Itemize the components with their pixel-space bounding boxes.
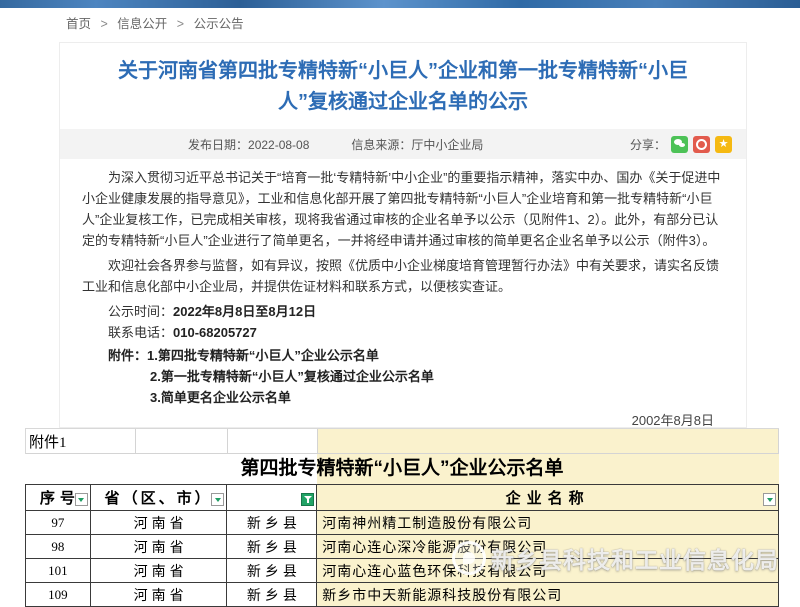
attachment1-cell: 附件1: [26, 429, 136, 454]
share-label: 分享：: [630, 136, 666, 153]
table-row: 101 河南省 新乡县 河南心连心蓝色环保科技有限公司: [26, 559, 778, 583]
attachment-item-1: 1.第四批专精特新“小巨人”企业公示名单: [147, 348, 379, 363]
sheet-attachment-row: 附件1: [25, 428, 779, 454]
top-nav-bar: [0, 0, 800, 8]
paragraph: 欢迎社会各界参与监督，如有异议，按照《优质中小企业梯度培育管理暂行办法》中有关要…: [82, 255, 724, 297]
province-cell: 河南省: [91, 511, 228, 534]
article-body: 为深入贯彻习近平总书记关于“培育一批‘专精特新’中小企业”的重要指示精神，落实中…: [60, 159, 746, 428]
notice-time-line: 公示时间：2022年8月8日至8月12日: [82, 301, 724, 322]
publish-date: 发布日期：2022-08-08: [188, 136, 309, 153]
breadcrumb-info-disclosure[interactable]: 信息公开: [117, 17, 167, 31]
breadcrumb-separator: >: [177, 17, 184, 31]
article-card: 关于河南省第四批专精特新“小巨人”企业和第一批专精特新“小巨人”复核通过企业名单…: [59, 42, 747, 428]
page-title: 关于河南省第四批专精特新“小巨人”企业和第一批专精特新“小巨人”复核通过企业名单…: [94, 56, 712, 118]
excel-sheet: 附件1 第四批专精特新“小巨人”企业公示名单 序号 省（区、市） 企业名称: [25, 428, 779, 607]
contact-phone-label: 联系电话：: [108, 325, 173, 340]
paragraph: 为深入贯彻习近平总书记关于“培育一批‘专精特新’中小企业”的重要指示精神，落实中…: [82, 167, 724, 251]
info-source-value: 厅中小企业局: [411, 138, 483, 152]
province-cell: 河南省: [91, 583, 228, 606]
filter-applied-icon[interactable]: [301, 493, 314, 506]
company-cell: 河南心连心深冷能源股份有限公司: [317, 535, 778, 558]
breadcrumb-separator: >: [101, 17, 108, 31]
chevron-down-icon: [215, 498, 221, 502]
wechat-share-icon[interactable]: [671, 136, 688, 153]
seq-cell: 101: [26, 559, 91, 582]
attachment-item-3: 3.简单更名企业公示名单: [82, 387, 724, 408]
data-table: 序号 省（区、市） 企业名称 97 河南省 新乡县 河南神州精工制造股份有限公司: [25, 484, 779, 607]
column-header-company-label: 企业名称: [506, 487, 590, 508]
company-cell: 新乡市中天新能源科技股份有限公司: [317, 583, 778, 606]
breadcrumb-announcements[interactable]: 公示公告: [194, 17, 244, 31]
attachments-label: 附件：: [108, 348, 147, 363]
column-header-county: [227, 485, 317, 510]
county-cell: 新乡县: [227, 583, 317, 606]
contact-phone-value: 010-68205727: [173, 325, 257, 340]
filter-dropdown-button[interactable]: [211, 493, 224, 506]
share-toolbar: 分享：: [630, 136, 732, 153]
seq-cell: 98: [26, 535, 91, 558]
filter-dropdown-button[interactable]: [763, 493, 776, 506]
company-cell: 河南心连心蓝色环保科技有限公司: [317, 559, 778, 582]
county-cell: 新乡县: [227, 511, 317, 534]
empty-cell: [136, 429, 228, 454]
attachment-line-1: 附件：1.第四批专精特新“小巨人”企业公示名单: [82, 345, 724, 366]
county-cell: 新乡县: [227, 535, 317, 558]
table-header-row: 序号 省（区、市） 企业名称: [26, 485, 778, 511]
table-title: 第四批专精特新“小巨人”企业公示名单: [25, 454, 779, 484]
province-cell: 河南省: [91, 559, 228, 582]
table-row: 98 河南省 新乡县 河南心连心深冷能源股份有限公司: [26, 535, 778, 559]
contact-phone-line: 联系电话：010-68205727: [82, 322, 724, 343]
province-cell: 河南省: [91, 535, 228, 558]
company-cell: 河南神州精工制造股份有限公司: [317, 511, 778, 534]
column-header-company: 企业名称: [317, 485, 778, 510]
attachment-item-2: 2.第一批专精特新“小巨人”复核通过企业公示名单: [82, 366, 724, 387]
qzone-share-icon[interactable]: [715, 136, 732, 153]
seq-cell: 109: [26, 583, 91, 606]
filter-dropdown-button[interactable]: [75, 493, 88, 506]
notice-time-value: 2022年8月8日至8月12日: [173, 304, 316, 319]
breadcrumb: 首页 > 信息公开 > 公示公告: [66, 13, 244, 32]
table-row: 109 河南省 新乡县 新乡市中天新能源科技股份有限公司: [26, 583, 778, 606]
table-row: 97 河南省 新乡县 河南神州精工制造股份有限公司: [26, 511, 778, 535]
breadcrumb-home[interactable]: 首页: [66, 17, 91, 31]
info-source-label: 信息来源：: [351, 138, 411, 152]
info-source: 信息来源：厅中小企业局: [351, 136, 483, 153]
chevron-down-icon: [78, 498, 84, 502]
notice-time-label: 公示时间：: [108, 304, 173, 319]
column-header-province: 省（区、市）: [91, 485, 228, 510]
empty-cell: [228, 429, 318, 454]
funnel-icon: [307, 499, 309, 503]
weibo-share-icon[interactable]: [693, 136, 710, 153]
publish-date-value: 2022-08-08: [248, 138, 309, 152]
column-header-province-label: 省（区、市）: [105, 487, 213, 508]
column-header-seq: 序号: [26, 485, 91, 510]
empty-cell: [318, 429, 779, 454]
article-meta-bar: 发布日期：2022-08-08 信息来源：厅中小企业局 分享：: [60, 129, 746, 159]
publish-date-label: 发布日期：: [188, 138, 248, 152]
county-cell: 新乡县: [227, 559, 317, 582]
document-date: 2002年8月8日: [82, 410, 724, 428]
seq-cell: 97: [26, 511, 91, 534]
chevron-down-icon: [767, 498, 773, 502]
